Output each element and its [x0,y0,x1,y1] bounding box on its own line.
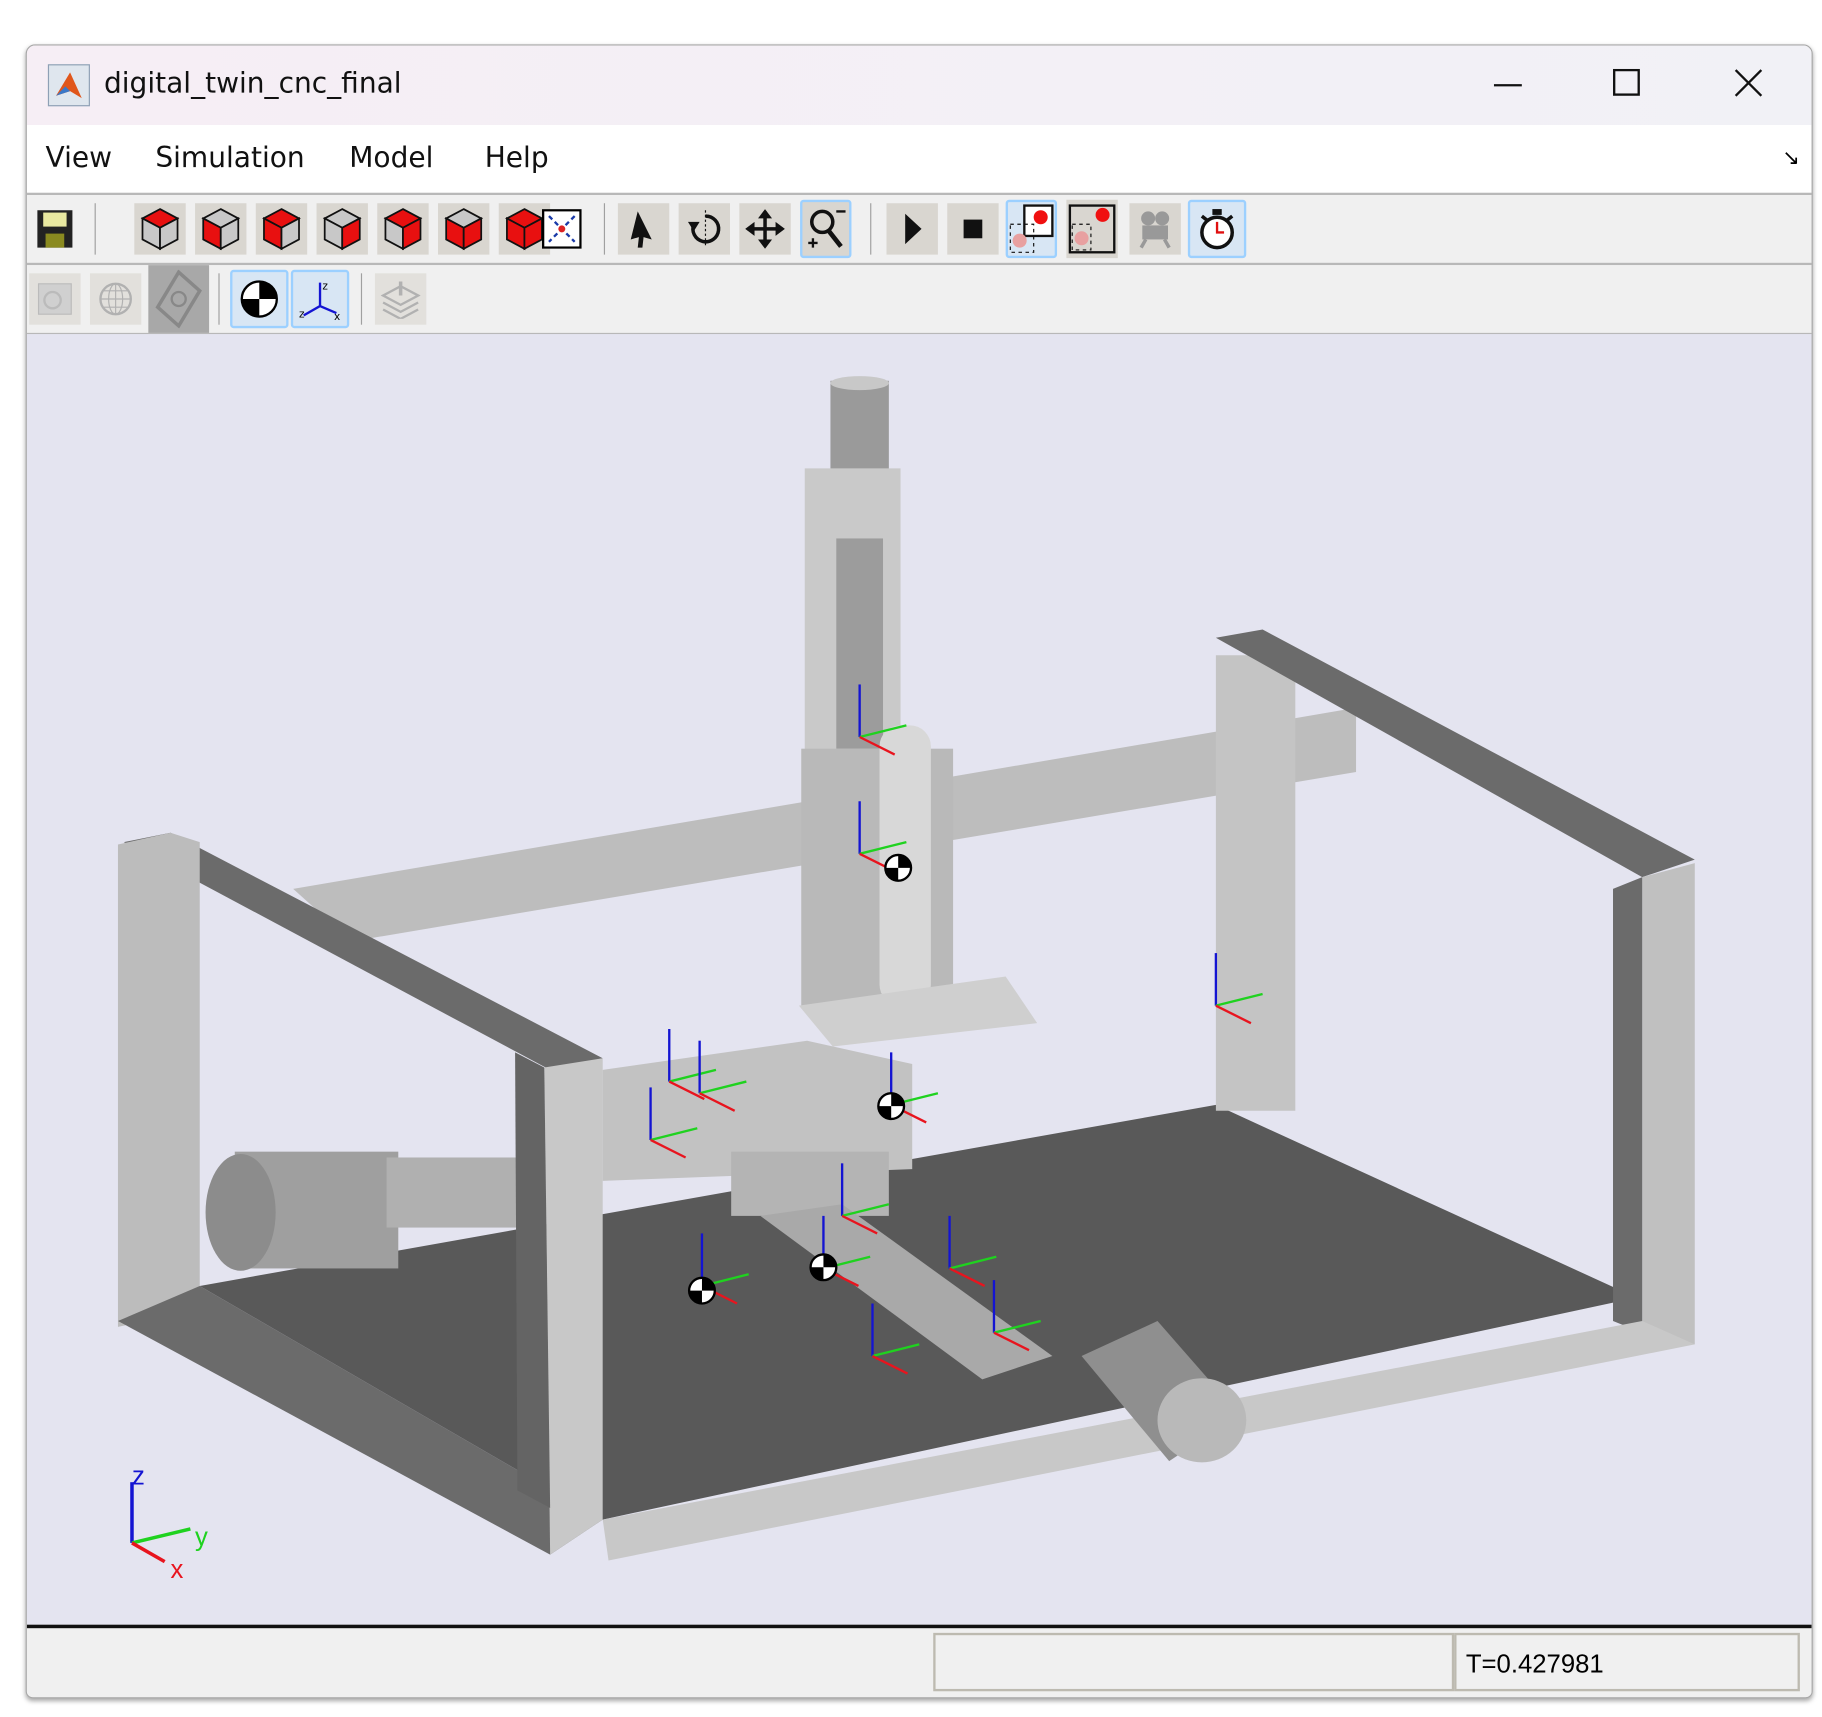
toolbar-separator [94,203,96,255]
maximize-button[interactable] [1592,57,1662,108]
close-button[interactable] [1713,57,1783,108]
close-icon [1734,69,1763,97]
toolbar-separator [870,203,872,255]
axis-triad-indicator: z y x [130,1463,208,1584]
title-bar: digital_twin_cnc_final [26,45,1812,125]
simulation-time-cell: T=0.427981 [1454,1632,1800,1692]
convex-hull-button[interactable] [148,265,210,333]
view-bottom-icon [322,208,362,251]
pan-icon [745,209,785,249]
matlab-icon [47,64,90,107]
view-left-button[interactable] [195,203,247,255]
camera-manager-button[interactable] [1066,199,1118,259]
right-leg-inner [1613,877,1643,1333]
axis-label-z: z [132,1463,145,1491]
texture-icon [37,283,72,315]
view-front-button[interactable] [134,203,186,255]
convex-hull-icon [155,269,202,329]
minimize-icon [1493,84,1522,87]
texture-button[interactable] [29,273,81,325]
rotate-icon [687,210,721,248]
layers-button[interactable] [374,273,427,325]
select-icon [630,211,652,248]
maximize-icon [1613,68,1640,96]
rear-right-leg [1215,655,1296,1111]
save-button[interactable] [29,203,80,254]
video-camera-button[interactable] [1129,203,1181,255]
left-front-leg [544,1058,603,1555]
menu-help[interactable]: Help [485,141,549,174]
wireframe-icon [99,282,132,316]
3d-viewport[interactable]: z y x [26,334,1812,1625]
layers-icon [380,281,421,319]
stop-icon [963,219,983,239]
view-back-button[interactable] [438,203,490,255]
zoom-icon [808,209,846,248]
view-right-icon [383,208,423,251]
axis-label-y: y [195,1523,208,1551]
view-front-icon [140,208,180,251]
save-icon [37,210,73,248]
center-of-mass-marker [809,1253,838,1282]
view-bottom-button[interactable] [316,203,368,255]
video-camera-icon [1139,211,1171,249]
stop-button[interactable] [947,203,999,255]
menu-bar: View Simulation Model Help ↘ [26,124,1812,196]
toolbar-separator [603,203,606,255]
view-back-icon [444,208,484,251]
view-right-button[interactable] [377,203,429,255]
timer-icon [1200,209,1234,250]
fit-to-view-icon [541,209,582,249]
mechanics-explorer-window: digital_twin_cnc_final View Simulation M… [25,44,1813,1699]
timer-button[interactable] [1187,199,1247,259]
center-of-mass-marker [884,853,913,882]
minimize-button[interactable] [1473,57,1543,108]
center-of-mass-marker [877,1092,906,1121]
center-of-mass-icon [240,280,278,318]
spindle-motor [830,380,889,475]
select-button[interactable] [617,203,670,255]
svg-text:x: x [334,311,340,320]
menu-model[interactable]: Model [349,141,433,174]
cnc-machine-scene: z y x [117,376,1695,1584]
view-top-button[interactable] [255,203,308,255]
toolbar-display: z z x [26,265,1812,336]
undock-icon[interactable]: ↘ [1782,146,1800,171]
center-of-mass-button[interactable] [230,269,289,329]
svg-text:z: z [322,281,328,293]
view-left-icon [201,208,241,251]
fit-to-view-button[interactable] [536,203,587,254]
center-of-mass-marker [687,1276,716,1305]
svg-text:z: z [299,309,305,320]
play-icon [905,213,922,245]
toolbar-main [26,195,1812,266]
frames-icon: z z x [299,281,340,320]
right-front-leg [1642,863,1695,1345]
simulation-time: T=0.427981 [1465,1649,1604,1679]
toolbar-separator [360,273,363,325]
status-message [933,1632,1455,1692]
zoom-button[interactable] [800,199,852,259]
wireframe-button[interactable] [89,273,142,325]
frames-button[interactable]: z z x [290,269,350,329]
camera-record-button[interactable] [1005,199,1058,259]
axis-label-x: x [171,1556,184,1584]
rotate-button[interactable] [678,203,730,255]
view-top-icon [262,208,301,251]
toolbar-separator [218,273,220,325]
window-title: digital_twin_cnc_final [103,66,402,100]
menu-view[interactable]: View [46,141,113,174]
play-button[interactable] [886,203,938,255]
camera-manager-icon [1068,204,1116,254]
pan-button[interactable] [739,203,791,255]
menu-simulation[interactable]: Simulation [155,141,304,174]
status-bar: T=0.427981 [26,1624,1812,1698]
left-rear-leg [117,832,200,1327]
camera-record-icon [1009,204,1054,253]
